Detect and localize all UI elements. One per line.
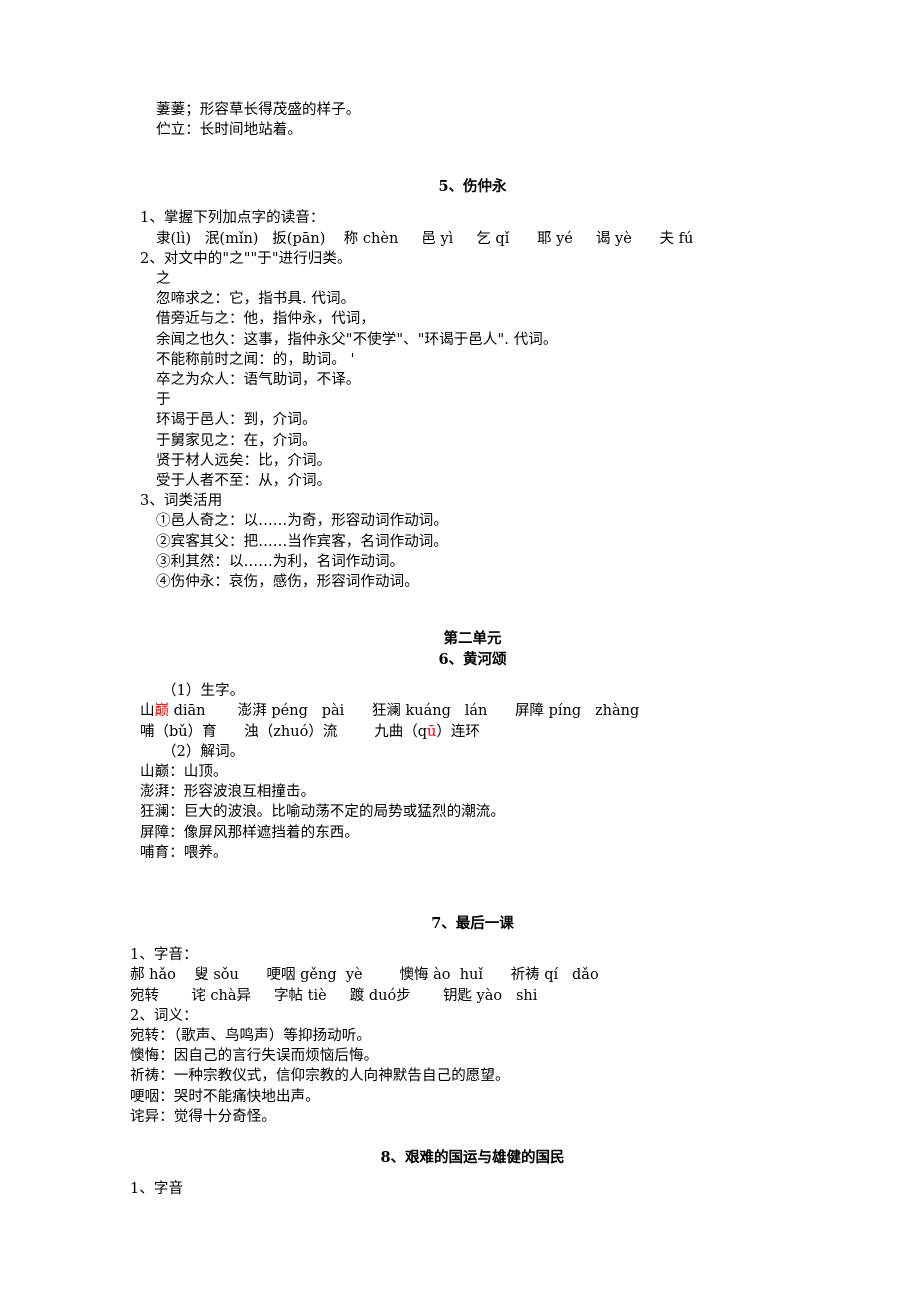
unit-2-heading: 第二单元 — [443, 630, 502, 648]
top-note-line: 伫立：长时间地站着。 — [156, 122, 302, 139]
lesson-7-item2-label: 2、词义： — [130, 1007, 198, 1024]
lesson-7-heading: 7、最后一课 — [431, 915, 514, 933]
lesson-5-yu-entry: 环谒于邑人：到，介词。 — [156, 412, 317, 429]
pinyin-text: 山 — [140, 703, 155, 720]
lesson-6-definition: 澎湃：形容波浪互相撞击。 — [140, 784, 316, 801]
lesson-7-definition: 哽咽：哭时不能痛快地出声。 — [130, 1088, 320, 1105]
lesson-6-section: （1）生字。 山巅 diān 澎湃 péng pài 狂澜 kuáng lán … — [140, 681, 770, 863]
pinyin-text: diān 澎湃 péng pài 狂澜 kuáng lán 屏障 píng zh… — [169, 703, 640, 720]
top-notes-block: 萋萋；形容草长得茂盛的样子。 伫立：长时间地站着。 — [140, 100, 770, 140]
lesson-5-yu-label: 于 — [156, 392, 171, 409]
lesson-5-zhi-label: 之 — [156, 271, 171, 288]
lesson-5-item3-label: 3、词类活用 — [140, 493, 223, 510]
lesson-8-section: 8、艰难的国运与雄健的国民 1、字音 — [130, 1147, 770, 1199]
lesson-6-definition: 狂澜：巨大的波浪。比喻动荡不定的局势或猛烈的潮流。 — [140, 804, 505, 821]
pinyin-text: 哺（bǔ）育 浊（zhuó）流 九曲（q — [140, 723, 427, 740]
lesson-6-item1-label: （1）生字。 — [162, 683, 245, 700]
lesson-6-pinyin-row-2: 哺（bǔ）育 浊（zhuó）流 九曲（qū）连环 — [140, 722, 770, 742]
lesson-7-definition: 祈祷：一种宗教仪式，信仰宗教的人向神默告自己的愿望。 — [130, 1068, 510, 1085]
lesson-5-item3-entry: ②宾客其父：把……当作宾客，名词作动词。 — [156, 533, 448, 550]
lesson-5-item3-entry: ④伤仲永：哀伤，感伤，形容词作动词。 — [156, 574, 419, 591]
lesson-7-pinyin-row-2: 宛转 诧 chà异 字帖 tiè 踱 duó步 钥匙 yào shi — [130, 987, 538, 1004]
lesson-7-section: 7、最后一课 1、字音： 郝 hǎo 叟 sǒu 哽咽 gěng yè 懊悔 à… — [130, 913, 770, 1127]
unit-2-heading-block: 第二单元 6、黄河颂 — [140, 628, 770, 671]
lesson-7-definition: 诧异：觉得十分奇怪。 — [130, 1108, 276, 1125]
lesson-7-pinyin-row-1: 郝 hǎo 叟 sǒu 哽咽 gěng yè 懊悔 ào huǐ 祈祷 qí d… — [130, 967, 599, 984]
lesson-5-zhi-entry: 忽啼求之：它，指书具. 代词。 — [156, 291, 356, 308]
lesson-6-pinyin-row-1: 山巅 diān 澎湃 péng pài 狂澜 kuáng lán 屏障 píng… — [140, 701, 770, 721]
pinyin-highlight-char: 巅 — [154, 703, 170, 720]
lesson-5-item2-label: 2、对文中的"之""于"进行归类。 — [140, 250, 352, 267]
lesson-6-heading: 6、黄河颂 — [438, 651, 507, 669]
lesson-5-section: 5、伤仲永 1、掌握下列加点字的读音： 隶(lì) 泯(mǐn) 扳(pān) … — [140, 176, 770, 592]
pinyin-highlight-char: ū — [426, 723, 437, 740]
lesson-5-zhi-entry: 余闻之也久：这事，指仲永父"不使学"、"环谒于邑人". 代词。 — [156, 331, 558, 348]
lesson-5-yu-entry: 贤于材人远矣：比，介词。 — [156, 452, 332, 469]
lesson-6-definition: 山巅：山顶。 — [140, 764, 228, 781]
lesson-5-pinyin-row: 隶(lì) 泯(mǐn) 扳(pān) 称 chèn 邑 yì 乞 qǐ 耶 y… — [156, 230, 694, 247]
lesson-5-yu-entry: 于舅家见之：在，介词。 — [156, 432, 317, 449]
lesson-5-yu-entry: 受于人者不至：从，介词。 — [156, 473, 332, 490]
document-page: 萋萋；形容草长得茂盛的样子。 伫立：长时间地站着。 5、伤仲永 1、掌握下列加点… — [0, 0, 920, 1302]
lesson-6-definition: 屏障：像屏风那样遮挡着的东西。 — [140, 824, 359, 841]
lesson-7-item1-label: 1、字音： — [130, 947, 198, 964]
lesson-7-definition: 懊悔：因自己的言行失误而烦恼后悔。 — [130, 1048, 379, 1065]
lesson-5-zhi-entry: 借旁近与之：他，指仲永，代词， — [156, 311, 375, 328]
top-note-line: 萋萋；形容草长得茂盛的样子。 — [156, 102, 361, 118]
pinyin-text: ）连环 — [436, 723, 480, 740]
lesson-5-item3-entry: ③利其然：以……为利，名词作动词。 — [156, 553, 405, 570]
lesson-7-definition: 宛转：（歌声、鸟鸣声）等抑扬动听。 — [130, 1027, 371, 1044]
lesson-6-definition: 哺育：喂养。 — [140, 844, 228, 861]
lesson-5-zhi-entry: 卒之为众人：语气助词，不译。 — [156, 372, 361, 389]
lesson-8-item1-label: 1、字音 — [130, 1180, 184, 1197]
lesson-5-item3-entry: ①邑人奇之：以……为奇，形容动词作动词。 — [156, 513, 448, 530]
lesson-5-heading: 5、伤仲永 — [438, 178, 507, 196]
lesson-8-heading: 8、艰难的国运与雄健的国民 — [380, 1148, 565, 1166]
lesson-6-item2-label: （2）解词。 — [162, 743, 245, 760]
lesson-5-zhi-entry: 不能称前时之闻：的，助词。 ' — [156, 351, 355, 368]
lesson-5-item1-label: 1、掌握下列加点字的读音： — [140, 210, 325, 227]
